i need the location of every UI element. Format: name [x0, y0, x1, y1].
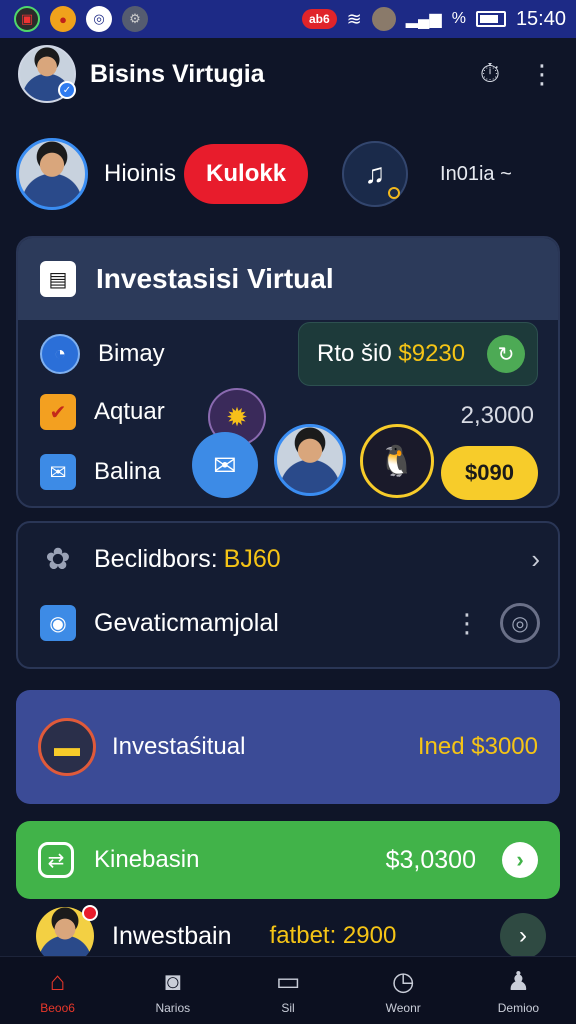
- battery-icon: [475, 11, 506, 27]
- contact-avatar[interactable]: [274, 424, 346, 496]
- clock-time: 15:40: [515, 7, 566, 30]
- indicator-dot: [388, 187, 401, 199]
- wallet-icon: ▤: [40, 261, 76, 297]
- list-row-label: Gevaticmamjolal: [94, 608, 279, 637]
- notification-badge: ab6: [301, 9, 337, 29]
- language-selector[interactable]: In01ia ~: [440, 163, 512, 186]
- user-icon: ♟: [506, 966, 531, 996]
- settings-icon: ⚙: [122, 6, 148, 32]
- investment-row-bimay[interactable]: ◔ Bimay: [40, 334, 165, 374]
- green-card-value: $3,0300: [385, 845, 476, 874]
- arrow-right-icon[interactable]: ›: [500, 913, 546, 959]
- award-icon: ✿: [45, 542, 71, 576]
- arrow-right-icon[interactable]: ›: [502, 842, 538, 878]
- verified-icon: ✓: [58, 81, 76, 99]
- profile-avatar[interactable]: [16, 138, 88, 210]
- nav-label: Narios: [155, 1001, 191, 1015]
- status-bar-system: ab6 ≋ ▂▄▆ % 15:40: [301, 7, 566, 31]
- avatar-small-icon: [371, 7, 396, 31]
- investment-card-title: Investasisi Virtual: [96, 263, 334, 294]
- music-button[interactable]: ♫: [342, 141, 409, 207]
- row-label: Bimay: [98, 340, 165, 367]
- balance-value: $9230: [398, 340, 466, 367]
- list-card: ✿ Beclidbors: BJ60 › ◉ Gevaticmamjolal ⋮…: [16, 521, 560, 669]
- signal-percent: %: [451, 10, 466, 27]
- app-header: ✓ Bisins Virtugia ⏱ ⋮: [0, 42, 576, 106]
- row-label: Aqtuar: [94, 398, 165, 425]
- trend-icon: ✔: [40, 394, 76, 430]
- nav-label: Demioo: [497, 1001, 540, 1015]
- list-row-value: BJ60: [223, 544, 281, 573]
- balance-prefix: Rto ši0: [317, 340, 392, 367]
- chevron-right-icon[interactable]: ›: [531, 544, 540, 575]
- nav-item-card[interactable]: ▭ Sil: [230, 957, 345, 1024]
- notification-dot: [82, 905, 98, 921]
- user-avatar[interactable]: ✓: [18, 45, 76, 103]
- wifi-icon: ≋: [346, 8, 362, 29]
- exchange-icon: ⇄: [38, 842, 74, 878]
- investment-row-aqtuar[interactable]: ✔ Aqtuar: [40, 394, 165, 430]
- app-notification-icon: ▣: [14, 6, 40, 32]
- investment-card: ▤ Investasisi Virtual ◔ Bimay ✔ Aqtuar ✉…: [16, 236, 560, 508]
- app-notification-icon: ●: [50, 6, 76, 32]
- bottom-navigation: ⌂ Beoo6 ◙ Narios ▭ Sil ◷ Weonr ♟ Demioo: [0, 956, 576, 1024]
- nav-item-camera[interactable]: ◙ Narios: [115, 957, 230, 1024]
- clock-icon: ◷: [391, 966, 415, 996]
- list-row-gevatic[interactable]: ◉ Gevaticmamjolal ⋮ ◎: [40, 603, 540, 643]
- investment-card-header: ▤ Investasisi Virtual: [18, 238, 558, 320]
- balance-box[interactable]: Rto ši0 $9230 ↻: [298, 322, 538, 386]
- target-icon[interactable]: ◎: [500, 603, 540, 643]
- nav-label: Weonr: [385, 1001, 421, 1015]
- investor-label: Inwestbain: [112, 921, 232, 950]
- home-icon: ⌂: [49, 966, 66, 996]
- chart-icon: ◔: [40, 334, 80, 374]
- investment-row-balina[interactable]: ✉ Balina: [40, 454, 161, 490]
- balance-text: Rto ši0 $9230: [317, 340, 487, 368]
- status-bar-apps: ▣ ● ◎ ⚙: [14, 6, 148, 32]
- camera-icon: ◉: [40, 605, 76, 641]
- promo-value: Ined $3000: [417, 733, 538, 760]
- row-label: Balina: [94, 458, 161, 485]
- profile-name: Hioinis: [104, 160, 177, 187]
- page-title: Bisins Virtugia: [90, 59, 265, 88]
- list-row-label: Beclidbors:: [94, 544, 218, 573]
- more-vertical-icon[interactable]: ⋮: [454, 608, 480, 639]
- card-icon: ▭: [275, 966, 301, 996]
- refresh-icon[interactable]: ↻: [487, 335, 525, 373]
- green-card-label: Kinebasin: [94, 846, 200, 873]
- nav-item-home[interactable]: ⌂ Beoo6: [0, 957, 115, 1024]
- more-options-icon[interactable]: ⋮: [526, 58, 558, 90]
- mail-icon: ✉: [40, 454, 76, 490]
- music-note-icon: ♫: [364, 158, 386, 189]
- nav-item-profile[interactable]: ♟ Demioo: [461, 957, 576, 1024]
- profile-row: Hioinis Kulokk ♫ In01ia ~: [0, 134, 576, 214]
- camera-icon: ◙: [164, 966, 181, 996]
- side-value: 2,3000: [460, 402, 534, 429]
- signal-icon: ▂▄▆: [405, 11, 442, 28]
- send-mail-icon[interactable]: ✉: [192, 432, 258, 498]
- character-icon[interactable]: 🐧: [360, 424, 434, 498]
- promo-label: Investaśitual: [112, 733, 246, 760]
- timer-icon[interactable]: ⏱: [474, 58, 506, 90]
- list-row-beclidbors[interactable]: ✿ Beclidbors: BJ60 ›: [40, 541, 540, 577]
- investor-value: fatbet: 2900: [269, 922, 397, 949]
- messenger-icon: ◎: [86, 6, 112, 32]
- promo-card[interactable]: ▬ Investaśitual Ined $3000: [16, 690, 560, 804]
- nav-item-clock[interactable]: ◷ Weonr: [346, 957, 461, 1024]
- nav-label: Beoo6: [40, 1001, 75, 1015]
- profile-pill-button[interactable]: Kulokk: [184, 144, 309, 204]
- green-card[interactable]: ⇄ Kinebasin $3,0300 ›: [16, 821, 560, 899]
- status-bar: ▣ ● ◎ ⚙ ab6 ≋ ▂▄▆ % 15:40: [0, 0, 576, 38]
- folder-icon: ▬: [38, 718, 96, 776]
- action-pill-button[interactable]: $090: [441, 446, 538, 500]
- nav-label: Sil: [281, 1001, 295, 1015]
